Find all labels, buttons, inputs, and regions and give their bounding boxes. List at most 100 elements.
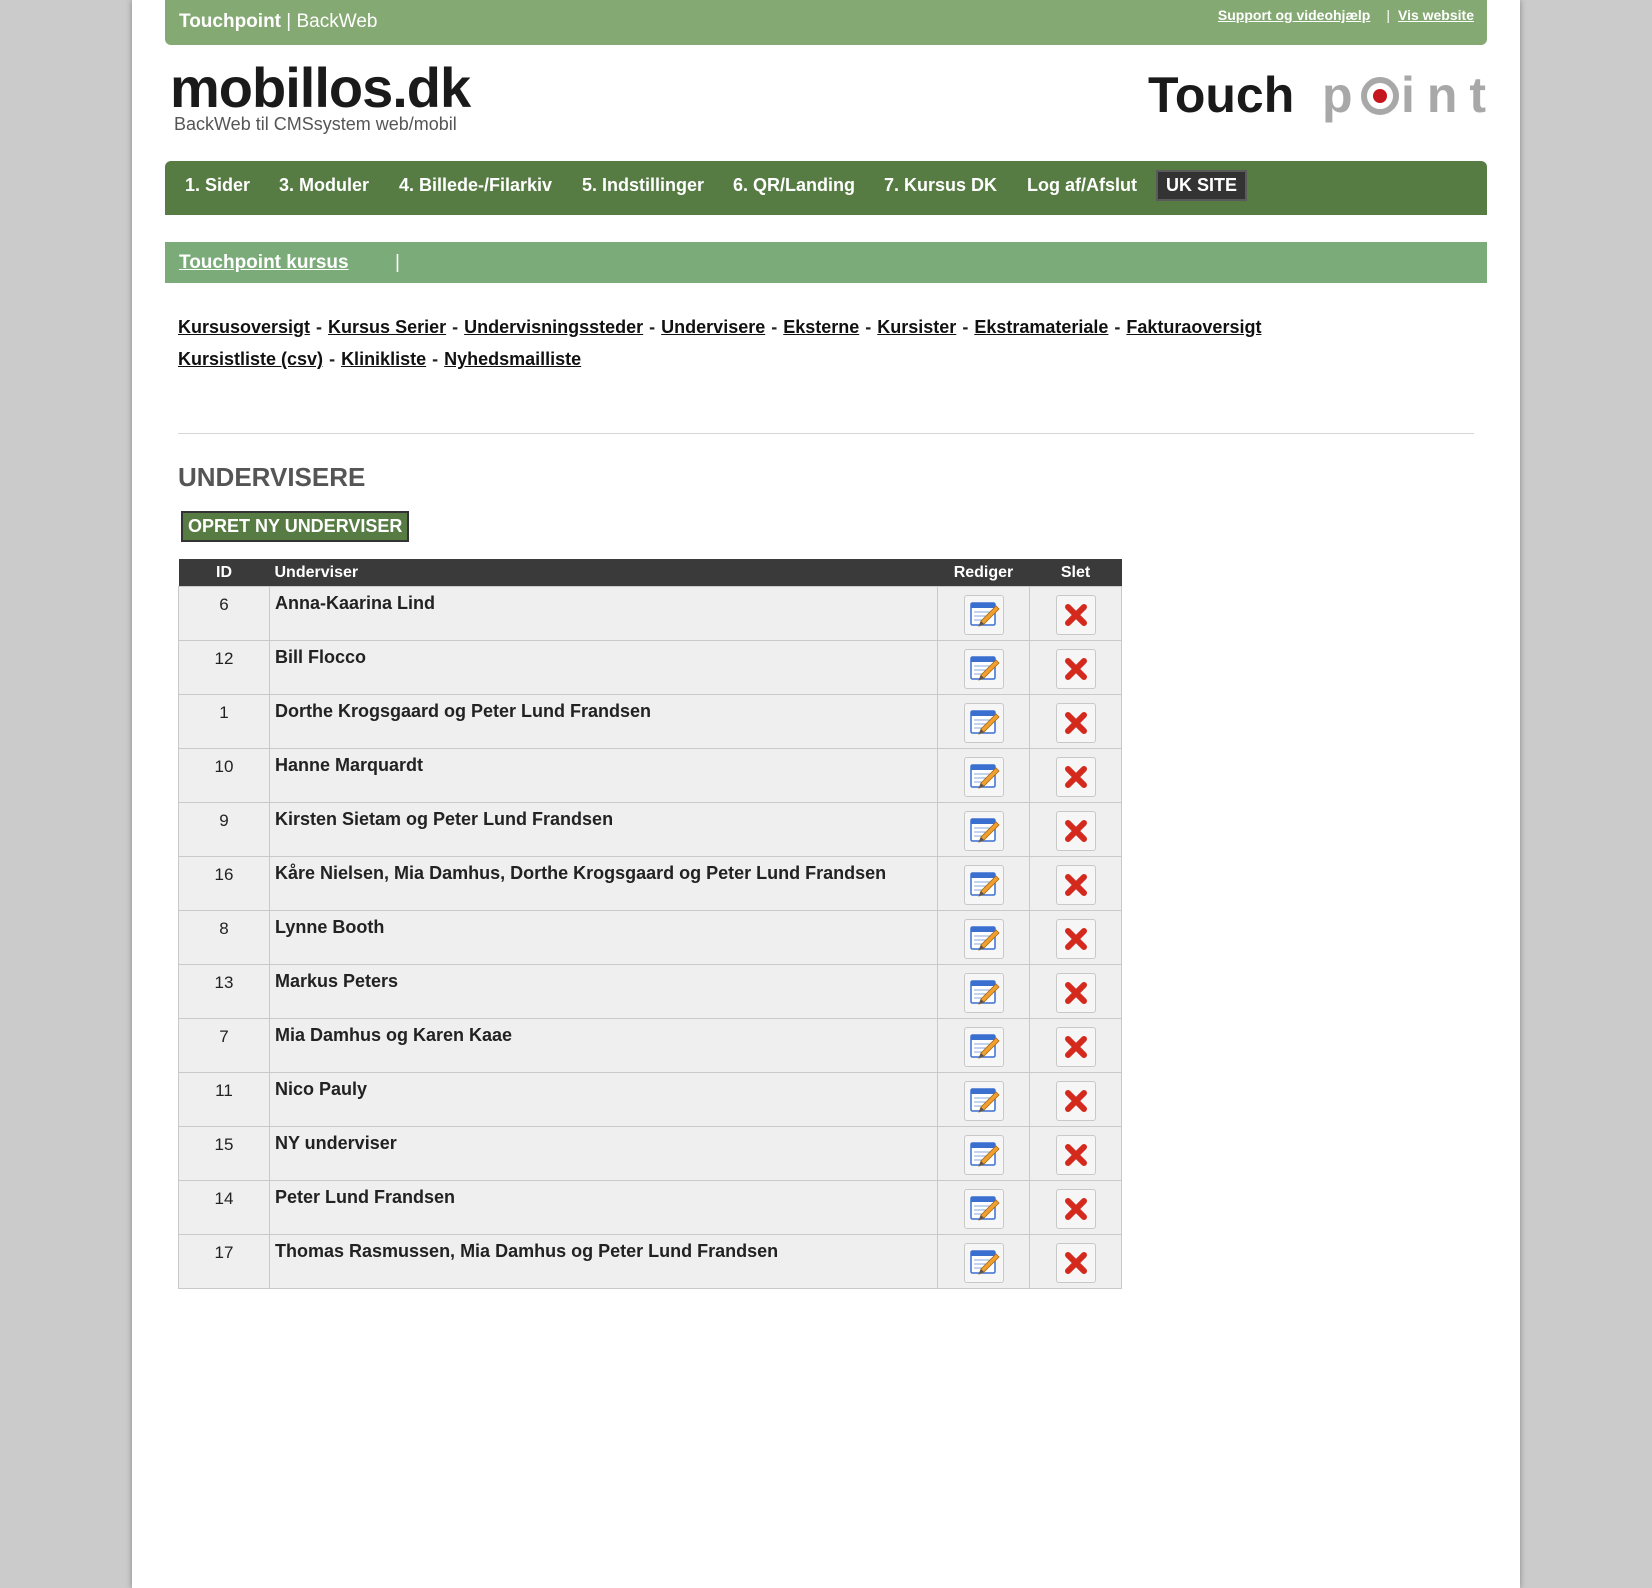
cell-name: Kirsten Sietam og Peter Lund Frandsen xyxy=(269,802,938,857)
nav-item-sider[interactable]: 1. Sider xyxy=(185,175,250,196)
teacher-id: 8 xyxy=(219,919,229,938)
cell-delete xyxy=(1029,1234,1122,1289)
edit-icon[interactable] xyxy=(963,811,1004,851)
link-kursister[interactable]: Kursister xyxy=(877,317,956,337)
top-separator: | xyxy=(1386,7,1390,23)
header-edit: Rediger xyxy=(937,559,1030,587)
nav-item-kursus-dk[interactable]: 7. Kursus DK xyxy=(884,175,997,196)
teacher-id: 16 xyxy=(214,865,234,884)
teacher-name: Hanne Marquardt xyxy=(275,755,424,775)
link-eksterne[interactable]: Eksterne xyxy=(783,317,859,337)
delete-icon[interactable] xyxy=(1055,595,1096,635)
touchpoint-logo: Touch p int xyxy=(1148,67,1486,123)
cell-id: 7 xyxy=(178,1018,270,1073)
table-row: 16 Kåre Nielsen, Mia Damhus, Dorthe Krogs… xyxy=(178,856,1122,911)
teacher-id: 1 xyxy=(219,703,229,722)
link-undervisningssteder[interactable]: Undervisningssteder xyxy=(464,317,643,337)
link-kursus-serier[interactable]: Kursus Serier xyxy=(328,317,446,337)
brand-bold: Touchpoint xyxy=(179,11,282,32)
teacher-id: 10 xyxy=(214,757,234,776)
teachers-table: ID Underviser Rediger Slet 6 Anna-Kaarina… xyxy=(178,559,1122,1289)
dash: - xyxy=(1114,317,1121,337)
nav-item-indstillinger[interactable]: 5. Indstillinger xyxy=(582,175,704,196)
website-link[interactable]: Vis website xyxy=(1398,7,1474,23)
nav-item-moduler[interactable]: 3. Moduler xyxy=(279,175,369,196)
teacher-id: 6 xyxy=(219,595,229,614)
cell-id: 13 xyxy=(178,964,270,1019)
cell-id: 1 xyxy=(178,694,270,749)
cell-edit xyxy=(937,748,1030,803)
delete-icon[interactable] xyxy=(1055,973,1096,1013)
header-name: Underviser xyxy=(269,559,938,587)
edit-icon[interactable] xyxy=(963,919,1004,959)
cell-name: Kåre Nielsen, Mia Damhus, Dorthe Krogsga… xyxy=(269,856,938,911)
cell-name: NY underviser xyxy=(269,1126,938,1181)
link-kursistliste-csv[interactable]: Kursistliste (csv) xyxy=(178,349,323,369)
edit-icon[interactable] xyxy=(963,703,1004,743)
delete-icon[interactable] xyxy=(1055,1243,1096,1283)
cell-edit xyxy=(937,964,1030,1019)
page-container: Touchpoint | BackWeb Support og videohjæ… xyxy=(132,0,1520,1588)
cell-delete xyxy=(1029,694,1122,749)
teacher-id: 12 xyxy=(214,649,234,668)
cell-name: Thomas Rasmussen, Mia Damhus og Peter Lu… xyxy=(269,1234,938,1289)
table-row: 12 Bill Flocco xyxy=(178,640,1122,695)
table-row: 9 Kirsten Sietam og Peter Lund Frandsen xyxy=(178,802,1122,857)
delete-icon[interactable] xyxy=(1055,757,1096,797)
cell-name: Nico Pauly xyxy=(269,1072,938,1127)
teacher-name: NY underviser xyxy=(275,1133,397,1153)
edit-icon[interactable] xyxy=(963,595,1004,635)
link-nyhedsmailliste[interactable]: Nyhedsmailliste xyxy=(444,349,581,369)
cell-delete xyxy=(1029,1018,1122,1073)
delete-icon[interactable] xyxy=(1055,865,1096,905)
edit-icon[interactable] xyxy=(963,865,1004,905)
delete-icon[interactable] xyxy=(1055,1081,1096,1121)
delete-icon[interactable] xyxy=(1055,703,1096,743)
support-link[interactable]: Support og videohjælp xyxy=(1218,7,1370,23)
edit-icon[interactable] xyxy=(963,1081,1004,1121)
cell-id: 10 xyxy=(178,748,270,803)
delete-icon[interactable] xyxy=(1055,811,1096,851)
dash: - xyxy=(865,317,872,337)
delete-icon[interactable] xyxy=(1055,649,1096,689)
touchpoint-logo-text-2: p xyxy=(1322,67,1353,123)
edit-icon[interactable] xyxy=(963,649,1004,689)
sublinks-row-2: Kursistliste (csv) - Klinikliste - Nyhedsmai… xyxy=(178,343,1428,375)
delete-icon[interactable] xyxy=(1055,1135,1096,1175)
edit-icon[interactable] xyxy=(963,757,1004,797)
create-teacher-button[interactable]: OPRET NY UNDERVISER xyxy=(181,511,410,542)
link-undervisere[interactable]: Undervisere xyxy=(661,317,765,337)
teacher-id: 7 xyxy=(219,1027,229,1046)
link-kursusoversigt[interactable]: Kursusoversigt xyxy=(178,317,310,337)
logo-sub-text: BackWeb til CMSsystem web/mobil xyxy=(174,114,457,134)
cell-edit xyxy=(937,694,1030,749)
touchpoint-kursus-link[interactable]: Touchpoint kursus xyxy=(179,252,349,274)
teacher-name: Kåre Nielsen, Mia Damhus, Dorthe Krogsga… xyxy=(275,863,887,883)
table-row: 13 Markus Peters xyxy=(178,964,1122,1019)
delete-icon[interactable] xyxy=(1055,919,1096,959)
link-klinikliste[interactable]: Klinikliste xyxy=(341,349,426,369)
nav-item-log-af[interactable]: Log af/Afslut xyxy=(1027,175,1137,196)
edit-icon[interactable] xyxy=(963,973,1004,1013)
link-ekstramateriale[interactable]: Ekstramateriale xyxy=(974,317,1108,337)
delete-icon[interactable] xyxy=(1055,1027,1096,1067)
edit-icon[interactable] xyxy=(963,1135,1004,1175)
link-fakturaoversigt[interactable]: Fakturaoversigt xyxy=(1126,317,1261,337)
uk-site-button[interactable]: UK SITE xyxy=(1156,170,1248,201)
nav-item-qr-landing[interactable]: 6. QR/Landing xyxy=(733,175,855,196)
cell-id: 14 xyxy=(178,1180,270,1235)
course-sublinks: Kursusoversigt - Kursus Serier - Undervisnin… xyxy=(178,311,1428,375)
table-row: 10 Hanne Marquardt xyxy=(178,748,1122,803)
cell-delete xyxy=(1029,748,1122,803)
edit-icon[interactable] xyxy=(963,1189,1004,1229)
teacher-id: 14 xyxy=(214,1189,234,1208)
teacher-id: 13 xyxy=(214,973,234,992)
table-header-row: ID Underviser Rediger Slet xyxy=(178,559,1122,587)
edit-icon[interactable] xyxy=(963,1027,1004,1067)
table-row: 6 Anna-Kaarina Lind xyxy=(178,586,1122,641)
delete-icon[interactable] xyxy=(1055,1189,1096,1229)
cell-id: 17 xyxy=(178,1234,270,1289)
nav-item-filarkiv[interactable]: 4. Billede-/Filarkiv xyxy=(399,175,552,196)
teacher-name: Lynne Booth xyxy=(275,917,385,937)
edit-icon[interactable] xyxy=(963,1243,1004,1283)
